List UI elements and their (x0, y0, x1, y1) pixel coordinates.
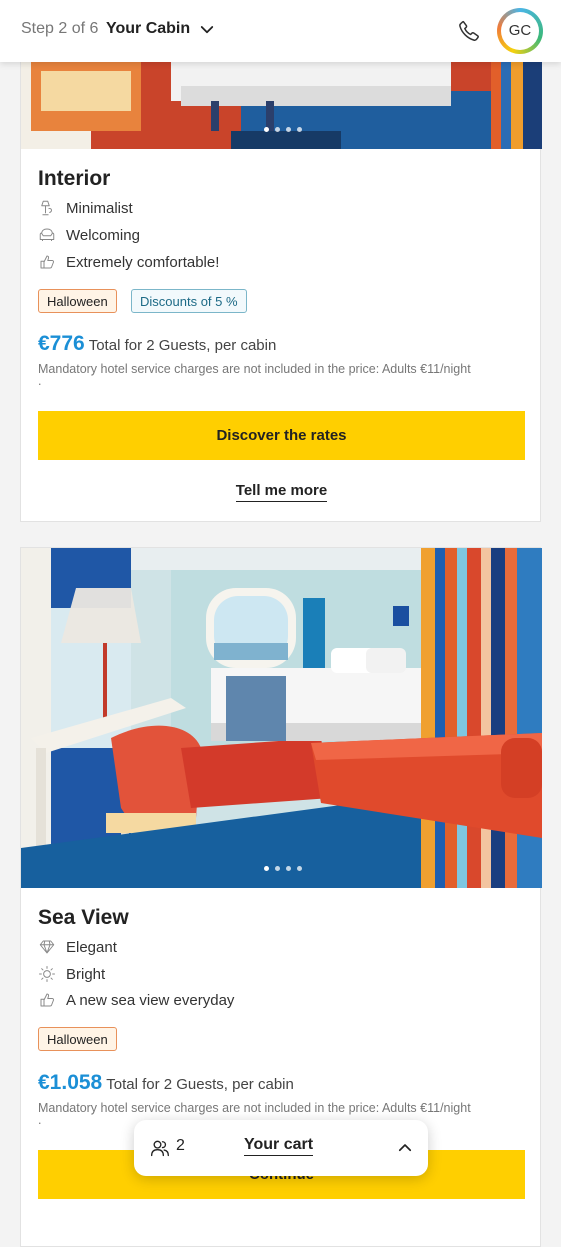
feature-item: Bright (38, 965, 105, 983)
feature-item: Elegant (38, 938, 117, 956)
feature-label: Elegant (66, 938, 117, 956)
top-bar: Step 2 of 6 Your Cabin GC (0, 0, 561, 62)
service-charge-text: Mandatory hotel service charges are not … (38, 362, 471, 376)
carousel-dot[interactable] (297, 127, 302, 132)
lamp-icon (41, 200, 52, 216)
carousel-dot[interactable] (264, 866, 269, 871)
phone-icon[interactable] (457, 19, 481, 43)
tell-me-more-label[interactable]: Tell me more (235, 482, 328, 502)
tell-me-more-link[interactable]: Tell me more (21, 482, 542, 502)
thumbs-up-icon (40, 993, 55, 1007)
service-charge-text: Mandatory hotel service charges are not … (38, 1101, 471, 1115)
carousel-dot[interactable] (286, 127, 291, 132)
armchair-icon (39, 228, 55, 241)
promo-badge-halloween: Halloween (38, 1027, 117, 1051)
feature-label: Welcoming (66, 226, 140, 244)
service-charge-note: Mandatory hotel service charges are not … (38, 361, 528, 388)
chevron-up-icon[interactable] (396, 1139, 414, 1157)
carousel-dots (264, 127, 302, 132)
carousel-dot[interactable] (275, 866, 280, 871)
user-avatar[interactable]: GC (497, 8, 543, 54)
diamond-icon (39, 940, 55, 954)
service-charge-tail: . (38, 374, 42, 388)
cabin-card-interior: Interior Minimalist Welcoming Extremely … (20, 0, 542, 522)
feature-item: Minimalist (38, 199, 133, 217)
feature-item: A new sea view everyday (38, 991, 234, 1009)
carousel-dot[interactable] (286, 866, 291, 871)
carousel-dot[interactable] (275, 127, 280, 132)
price-amount: €1.058 (38, 1071, 103, 1094)
cabin-title: Sea View (38, 906, 129, 929)
price-line: €776 Total for 2 Guests, per cabin (38, 332, 276, 356)
step-indicator: Step 2 of 6 (21, 20, 99, 37)
step-title[interactable]: Your Cabin (106, 20, 190, 38)
sun-icon (39, 966, 55, 982)
feature-label: A new sea view everyday (66, 991, 235, 1009)
carousel-dot[interactable] (264, 127, 269, 132)
carousel-dot[interactable] (297, 866, 302, 871)
feature-item: Welcoming (38, 226, 140, 244)
cabin-title: Interior (38, 167, 111, 190)
promo-badge-halloween: Halloween (38, 289, 117, 313)
thumbs-up-icon (40, 255, 55, 269)
cart-bar[interactable]: 2 Your cart (134, 1120, 428, 1176)
guests-icon (151, 1140, 169, 1157)
cabin-photo-sea-view[interactable] (21, 548, 542, 888)
promo-badge-discount: Discounts of 5 % (131, 289, 247, 313)
carousel-dots (264, 866, 302, 871)
discover-rates-button[interactable]: Discover the rates (38, 411, 525, 460)
chevron-down-icon[interactable] (198, 21, 216, 39)
price-amount: €776 (38, 332, 85, 355)
price-note: Total for 2 Guests, per cabin (106, 1076, 294, 1093)
feature-label: Extremely comfortable! (66, 253, 220, 271)
sea-view-cabin-image (21, 548, 542, 888)
guest-count: 2 (176, 1137, 185, 1154)
price-line: €1.058 Total for 2 Guests, per cabin (38, 1071, 294, 1095)
price-note: Total for 2 Guests, per cabin (88, 337, 277, 354)
avatar-initials: GC (501, 12, 539, 50)
feature-label: Minimalist (66, 199, 133, 217)
feature-label: Bright (66, 965, 106, 983)
feature-item: Extremely comfortable! (38, 253, 219, 271)
your-cart-link[interactable]: Your cart (244, 1136, 314, 1156)
